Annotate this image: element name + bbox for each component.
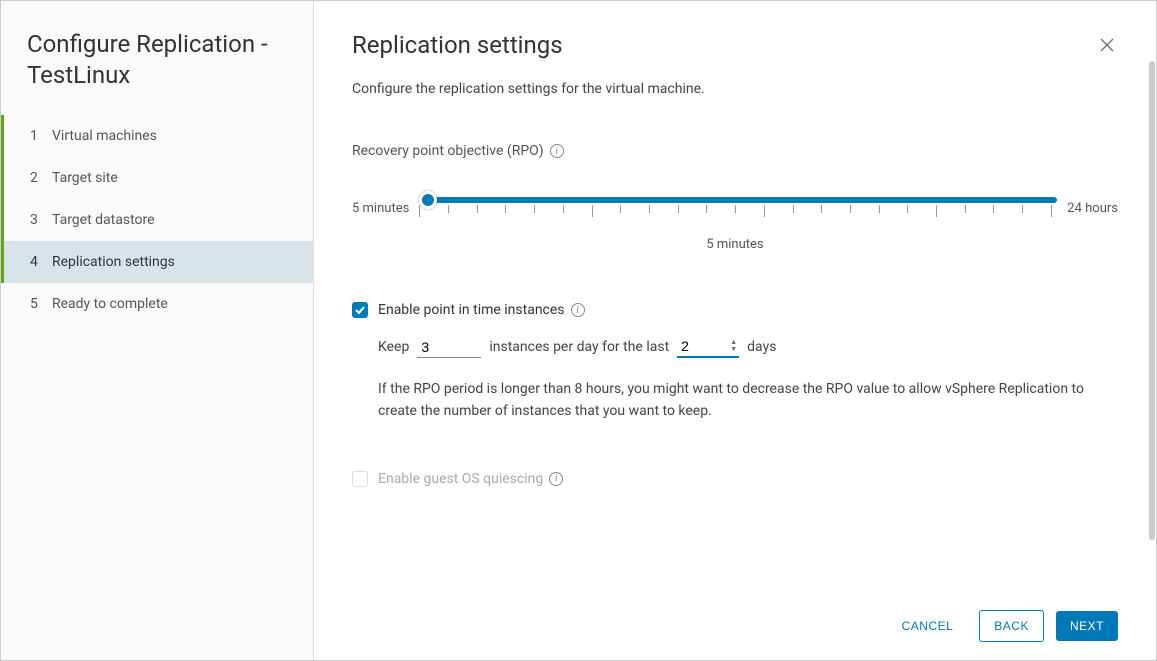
configure-replication-dialog: Configure Replication - TestLinux 1 Virt… <box>0 0 1157 661</box>
days-label: days <box>747 339 776 355</box>
page-subtitle: Configure the replication settings for t… <box>352 81 1118 97</box>
step-number: 2 <box>30 170 52 186</box>
quiescing-checkbox-row: Enable guest OS quiescing i <box>352 471 1118 487</box>
scrollbar[interactable] <box>1149 61 1155 540</box>
step-number: 4 <box>30 254 52 270</box>
next-button[interactable]: NEXT <box>1056 611 1118 641</box>
cancel-button[interactable]: CANCEL <box>888 611 968 641</box>
wizard-footer: CANCEL BACK NEXT <box>314 592 1156 660</box>
info-icon[interactable]: i <box>571 303 585 317</box>
step-label: Replication settings <box>52 254 175 270</box>
quiescing-checkbox <box>352 471 368 487</box>
rpo-value-label: 5 minutes <box>352 237 1118 252</box>
instances-label: instances per day for the last <box>489 339 669 355</box>
step-target-datastore[interactable]: 3 Target datastore <box>1 199 313 241</box>
step-number: 5 <box>30 296 52 312</box>
wizard-content: Replication settings Configure the repli… <box>314 1 1156 660</box>
step-ready-to-complete[interactable]: 5 Ready to complete <box>1 283 313 325</box>
pit-checkbox-label: Enable point in time instances <box>378 302 565 318</box>
step-label: Target datastore <box>52 212 155 228</box>
content-header: Replication settings <box>352 31 1118 81</box>
stepper-buttons: ▲ ▼ <box>728 339 739 353</box>
pit-inputs-row: Keep instances per day for the last ▲ ▼ … <box>378 336 1118 358</box>
step-replication-settings[interactable]: 4 Replication settings <box>1 241 313 283</box>
close-icon[interactable] <box>1096 31 1118 59</box>
pit-settings: Keep instances per day for the last ▲ ▼ … <box>378 336 1118 471</box>
days-stepper[interactable]: ▲ ▼ <box>677 336 739 358</box>
slider-min-label: 5 minutes <box>352 201 409 216</box>
keep-label: Keep <box>378 339 409 355</box>
pit-checkbox[interactable] <box>352 302 368 318</box>
slider-ticks <box>419 205 1057 219</box>
step-label: Target site <box>52 170 118 186</box>
info-icon[interactable]: i <box>550 144 564 158</box>
rpo-slider-row: 5 minutes <box>352 197 1118 219</box>
wizard-sidebar: Configure Replication - TestLinux 1 Virt… <box>1 1 314 660</box>
step-number: 3 <box>30 212 52 228</box>
step-virtual-machines[interactable]: 1 Virtual machines <box>1 115 313 157</box>
step-label: Ready to complete <box>52 296 168 312</box>
slider-max-label: 24 hours <box>1067 201 1118 216</box>
step-target-site[interactable]: 2 Target site <box>1 157 313 199</box>
page-title: Replication settings <box>352 31 563 59</box>
info-icon[interactable]: i <box>549 472 563 486</box>
rpo-slider[interactable] <box>419 197 1057 219</box>
days-input[interactable] <box>677 336 721 356</box>
rpo-label: Recovery point objective (RPO) i <box>352 143 1118 159</box>
instances-input[interactable] <box>417 337 481 358</box>
quiescing-checkbox-label: Enable guest OS quiescing <box>378 471 543 487</box>
back-button[interactable]: BACK <box>979 610 1044 642</box>
pit-hint: If the RPO period is longer than 8 hours… <box>378 378 1118 423</box>
step-label: Virtual machines <box>52 128 157 144</box>
stepper-down-icon[interactable]: ▼ <box>728 346 739 353</box>
pit-checkbox-row: Enable point in time instances i <box>352 302 1118 318</box>
wizard-steps: 1 Virtual machines 2 Target site 3 Targe… <box>1 115 313 325</box>
slider-track <box>419 197 1057 203</box>
wizard-title: Configure Replication - TestLinux <box>1 29 313 115</box>
step-number: 1 <box>30 128 52 144</box>
